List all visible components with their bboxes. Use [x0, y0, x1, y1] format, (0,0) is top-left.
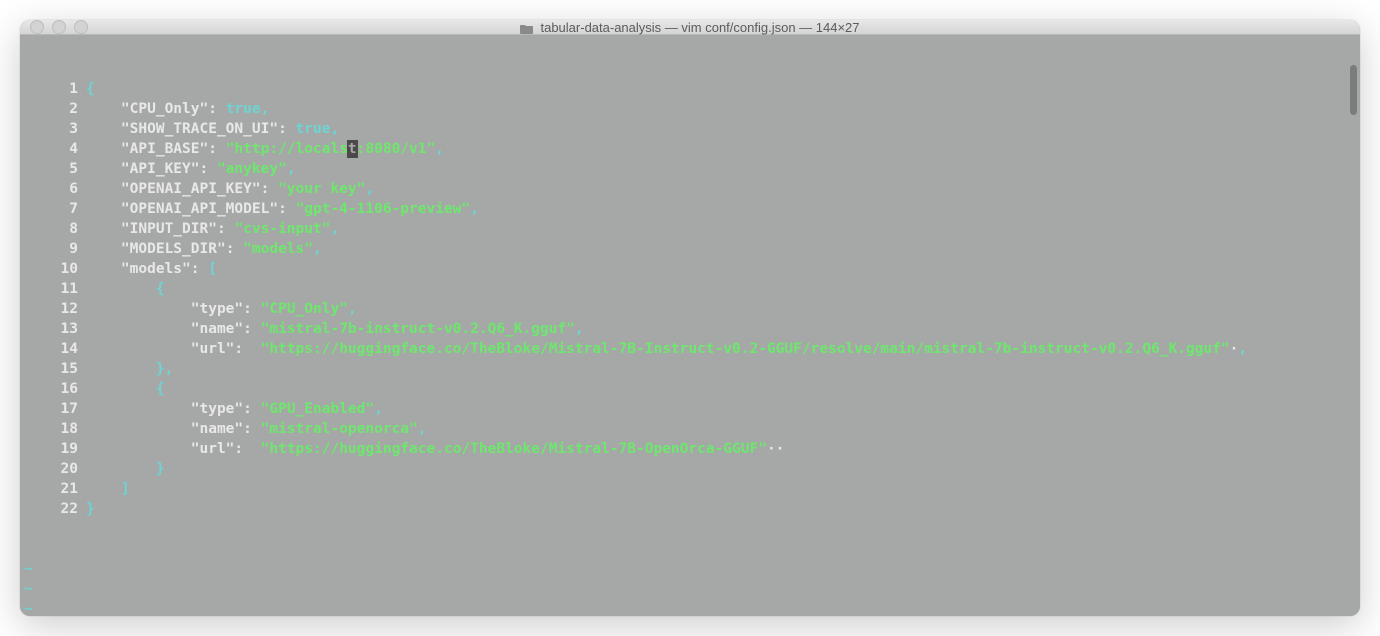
code-line[interactable]: 6 "OPENAI_API_KEY": "your key", [20, 179, 1360, 199]
code-line[interactable]: 2 "CPU_Only": true, [20, 99, 1360, 119]
line-number: 8 [20, 219, 86, 239]
line-number: 15 [20, 359, 86, 379]
code-line[interactable]: 18 "name": "mistral-openorca", [20, 419, 1360, 439]
code-line[interactable]: 7 "OPENAI_API_MODEL": "gpt-4-1106-previe… [20, 199, 1360, 219]
line-number: 1 [20, 79, 86, 99]
line-content[interactable]: "OPENAI_API_MODEL": "gpt-4-1106-preview"… [86, 199, 1360, 219]
line-content[interactable]: "type": "CPU_Only", [86, 299, 1360, 319]
line-content[interactable]: "API_BASE": "http://localst:8080/v1", [86, 139, 1360, 159]
line-number: 19 [20, 439, 86, 459]
line-content[interactable]: { [86, 379, 1360, 399]
code-line[interactable]: 22} [20, 499, 1360, 519]
line-number: 5 [20, 159, 86, 179]
line-content[interactable]: "url": "https://huggingface.co/TheBloke/… [86, 339, 1360, 359]
code-line[interactable]: 5 "API_KEY": "anykey", [20, 159, 1360, 179]
code-line[interactable]: 16 { [20, 379, 1360, 399]
line-content[interactable]: }, [86, 359, 1360, 379]
line-number: 13 [20, 319, 86, 339]
line-number: 20 [20, 459, 86, 479]
code-line[interactable]: 9 "MODELS_DIR": "models", [20, 239, 1360, 259]
line-number: 2 [20, 99, 86, 119]
line-number: 4 [20, 139, 86, 159]
line-content[interactable]: "OPENAI_API_KEY": "your key", [86, 179, 1360, 199]
code-area[interactable]: 1{2 "CPU_Only": true,3 "SHOW_TRACE_ON_UI… [20, 79, 1360, 519]
line-content[interactable]: "type": "GPU_Enabled", [86, 399, 1360, 419]
code-line[interactable]: 3 "SHOW_TRACE_ON_UI": true, [20, 119, 1360, 139]
line-content[interactable]: "name": "mistral-7b-instruct-v0.2.Q6_K.g… [86, 319, 1360, 339]
code-line[interactable]: 1{ [20, 79, 1360, 99]
code-line[interactable]: 13 "name": "mistral-7b-instruct-v0.2.Q6_… [20, 319, 1360, 339]
tilde-area: ~~~~ [20, 559, 1360, 616]
scrollbar[interactable] [1350, 65, 1357, 115]
minimize-button[interactable] [52, 20, 66, 34]
line-number: 10 [20, 259, 86, 279]
maximize-button[interactable] [74, 20, 88, 34]
line-content[interactable]: } [86, 459, 1360, 479]
line-number: 7 [20, 199, 86, 219]
cursor: t [348, 141, 357, 157]
empty-line-tilde: ~ [20, 559, 1360, 579]
code-line[interactable]: 15 }, [20, 359, 1360, 379]
titlebar[interactable]: tabular-data-analysis — vim conf/config.… [20, 20, 1360, 35]
window-title-text: tabular-data-analysis — vim conf/config.… [540, 20, 859, 35]
terminal-window: tabular-data-analysis — vim conf/config.… [20, 20, 1360, 616]
line-number: 16 [20, 379, 86, 399]
line-number: 12 [20, 299, 86, 319]
line-content[interactable]: { [86, 279, 1360, 299]
line-content[interactable]: "INPUT_DIR": "cvs-input", [86, 219, 1360, 239]
empty-line-tilde: ~ [20, 599, 1360, 616]
code-line[interactable]: 4 "API_BASE": "http://localst:8080/v1", [20, 139, 1360, 159]
code-line[interactable]: 11 { [20, 279, 1360, 299]
line-content[interactable]: "name": "mistral-openorca", [86, 419, 1360, 439]
line-number: 18 [20, 419, 86, 439]
line-number: 3 [20, 119, 86, 139]
code-line[interactable]: 10 "models": [ [20, 259, 1360, 279]
line-content[interactable]: "API_KEY": "anykey", [86, 159, 1360, 179]
code-line[interactable]: 17 "type": "GPU_Enabled", [20, 399, 1360, 419]
line-content[interactable]: { [86, 79, 1360, 99]
window-title: tabular-data-analysis — vim conf/config.… [20, 20, 1360, 35]
line-content[interactable]: "SHOW_TRACE_ON_UI": true, [86, 119, 1360, 139]
line-content[interactable]: "url": "https://huggingface.co/TheBloke/… [86, 439, 1360, 459]
line-number: 21 [20, 479, 86, 499]
line-content[interactable]: } [86, 499, 1360, 519]
line-content[interactable]: "MODELS_DIR": "models", [86, 239, 1360, 259]
line-content[interactable]: "models": [ [86, 259, 1360, 279]
empty-line-tilde: ~ [20, 579, 1360, 599]
traffic-lights [30, 20, 88, 34]
close-button[interactable] [30, 20, 44, 34]
code-line[interactable]: 8 "INPUT_DIR": "cvs-input", [20, 219, 1360, 239]
line-number: 6 [20, 179, 86, 199]
code-line[interactable]: 12 "type": "CPU_Only", [20, 299, 1360, 319]
code-line[interactable]: 14 "url": "https://huggingface.co/TheBlo… [20, 339, 1360, 359]
editor-body[interactable]: 1{2 "CPU_Only": true,3 "SHOW_TRACE_ON_UI… [20, 35, 1360, 616]
line-number: 9 [20, 239, 86, 259]
code-line[interactable]: 19 "url": "https://huggingface.co/TheBlo… [20, 439, 1360, 459]
line-content[interactable]: ] [86, 479, 1360, 499]
code-line[interactable]: 20 } [20, 459, 1360, 479]
line-number: 11 [20, 279, 86, 299]
line-content[interactable]: "CPU_Only": true, [86, 99, 1360, 119]
line-number: 22 [20, 499, 86, 519]
line-number: 17 [20, 399, 86, 419]
line-number: 14 [20, 339, 86, 359]
folder-icon [520, 22, 534, 33]
code-line[interactable]: 21 ] [20, 479, 1360, 499]
